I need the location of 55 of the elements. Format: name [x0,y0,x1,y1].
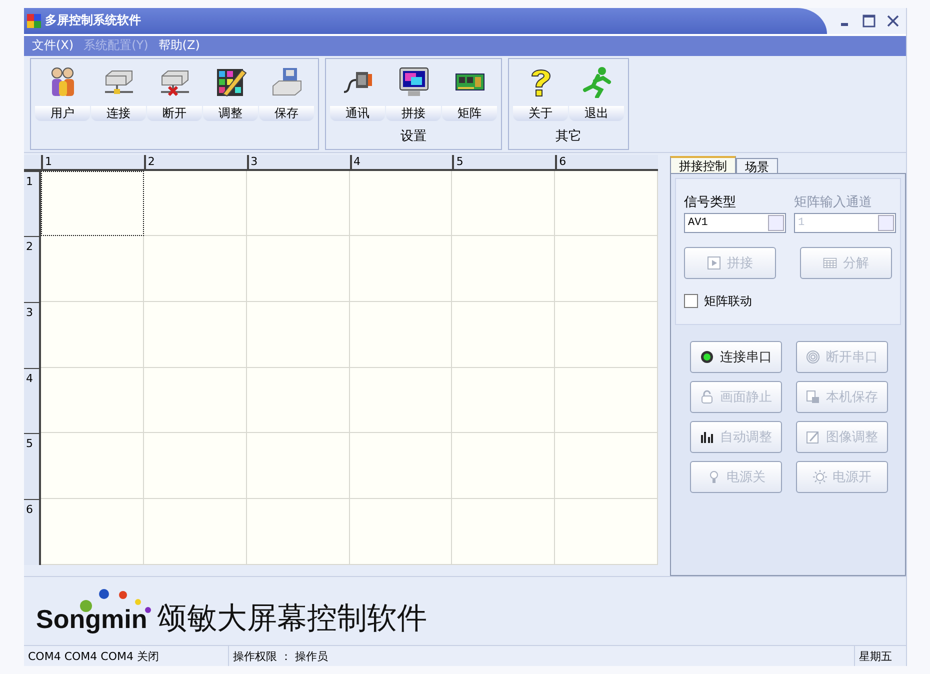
window-title: 多屏控制系统软件 [45,12,141,30]
action-button[interactable]: 连接串口 [690,340,782,373]
row-header: 4 [24,368,41,434]
toolbar-button[interactable]: 断开 [147,60,202,121]
document-disk-icon [806,390,820,404]
floppy-drive-icon [270,66,302,98]
padlock-icon [700,390,714,404]
close-icon[interactable] [886,14,900,28]
menu-item[interactable]: 帮助(Z) [158,37,200,54]
toolbar-button[interactable]: 调整 [203,60,258,121]
dropdown[interactable]: AV1 [684,212,786,233]
rings-icon [806,350,820,364]
tab[interactable]: 拼接控制 [670,156,736,173]
bar-graph-icon [700,430,714,444]
toolbar-button[interactable]: 关于 [513,60,568,121]
calendar-icon [823,256,837,270]
field-label: 矩阵输入通道 [794,194,873,211]
column-header: 5 [452,154,556,171]
field-label: 信号类型 [684,194,737,211]
toolbar-button[interactable]: 矩阵 [442,60,497,121]
column-header: 4 [350,154,452,171]
maximize-icon[interactable] [862,14,876,28]
row-header: 5 [24,433,41,500]
group-caption: 设置 [400,128,426,145]
column-header: 3 [246,154,350,171]
grid-cell[interactable] [41,170,144,236]
checkbox[interactable]: 矩阵联动 [684,292,896,310]
toolbar-button[interactable]: 用户 [35,60,90,121]
status-text: 星期五 [858,648,893,664]
row-header: 2 [24,236,41,302]
app-icon [27,14,41,28]
sun-icon [812,470,826,484]
status-text: 操作权限 ： 操作员 [229,646,855,666]
running-man-icon [580,66,612,98]
status-text: COM4 COM4 COM4 关闭 [24,646,229,666]
group-caption: 其它 [556,128,582,145]
monitor-icon [398,66,430,98]
play-icon [707,256,721,270]
menu-item[interactable]: 文件(X) [32,37,74,54]
toolbar-button[interactable]: 通讯 [330,60,385,121]
column-header: 1 [41,154,144,171]
indicator-light-icon [700,350,714,364]
toolbar-button[interactable]: 连接 [91,60,146,121]
toolbar-button[interactable]: 拼接 [386,60,441,121]
tab[interactable]: 场景 [736,158,778,173]
product-title: 颂敏大屏幕控制软件 [157,600,428,638]
row-header: 6 [24,499,41,565]
picture-pen-icon [806,430,820,444]
toolbar-button[interactable]: 退出 [569,60,624,121]
column-header: 2 [144,154,247,171]
toolbar-button[interactable]: 保存 [259,60,314,121]
row-header: 1 [24,170,41,236]
row-header: 3 [24,302,41,368]
column-header: 6 [555,154,658,171]
brand-logo: Songmin [36,604,148,635]
